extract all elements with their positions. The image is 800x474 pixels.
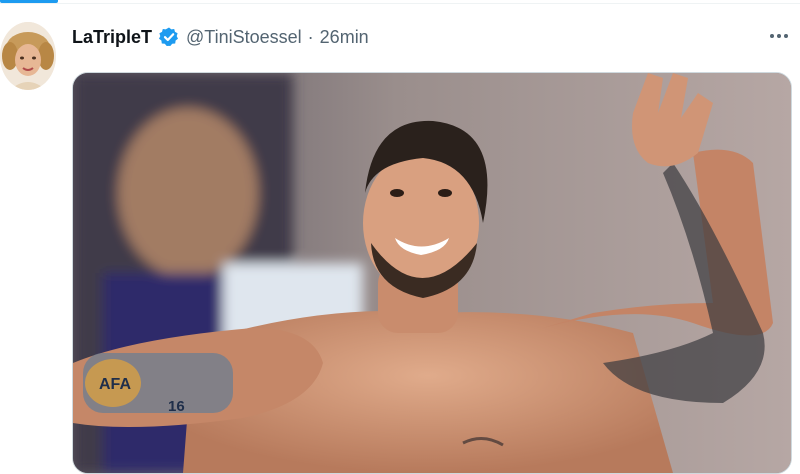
divider [0,3,800,4]
tweet-header: LaTripleT @TiniStoessel · 26min [72,24,369,50]
tattoo-number: 16 [168,398,185,415]
user-handle[interactable]: @TiniStoessel [186,27,302,48]
display-name[interactable]: LaTripleT [72,27,152,48]
tattoo-text: AFA [99,376,131,393]
separator-dot: · [307,26,314,47]
avatar[interactable] [0,22,56,90]
more-options-icon[interactable] [768,26,790,46]
tweet-media-image[interactable]: AFA 16 [72,72,792,474]
verified-badge-icon [158,26,180,48]
timestamp[interactable]: 26min [320,27,369,48]
